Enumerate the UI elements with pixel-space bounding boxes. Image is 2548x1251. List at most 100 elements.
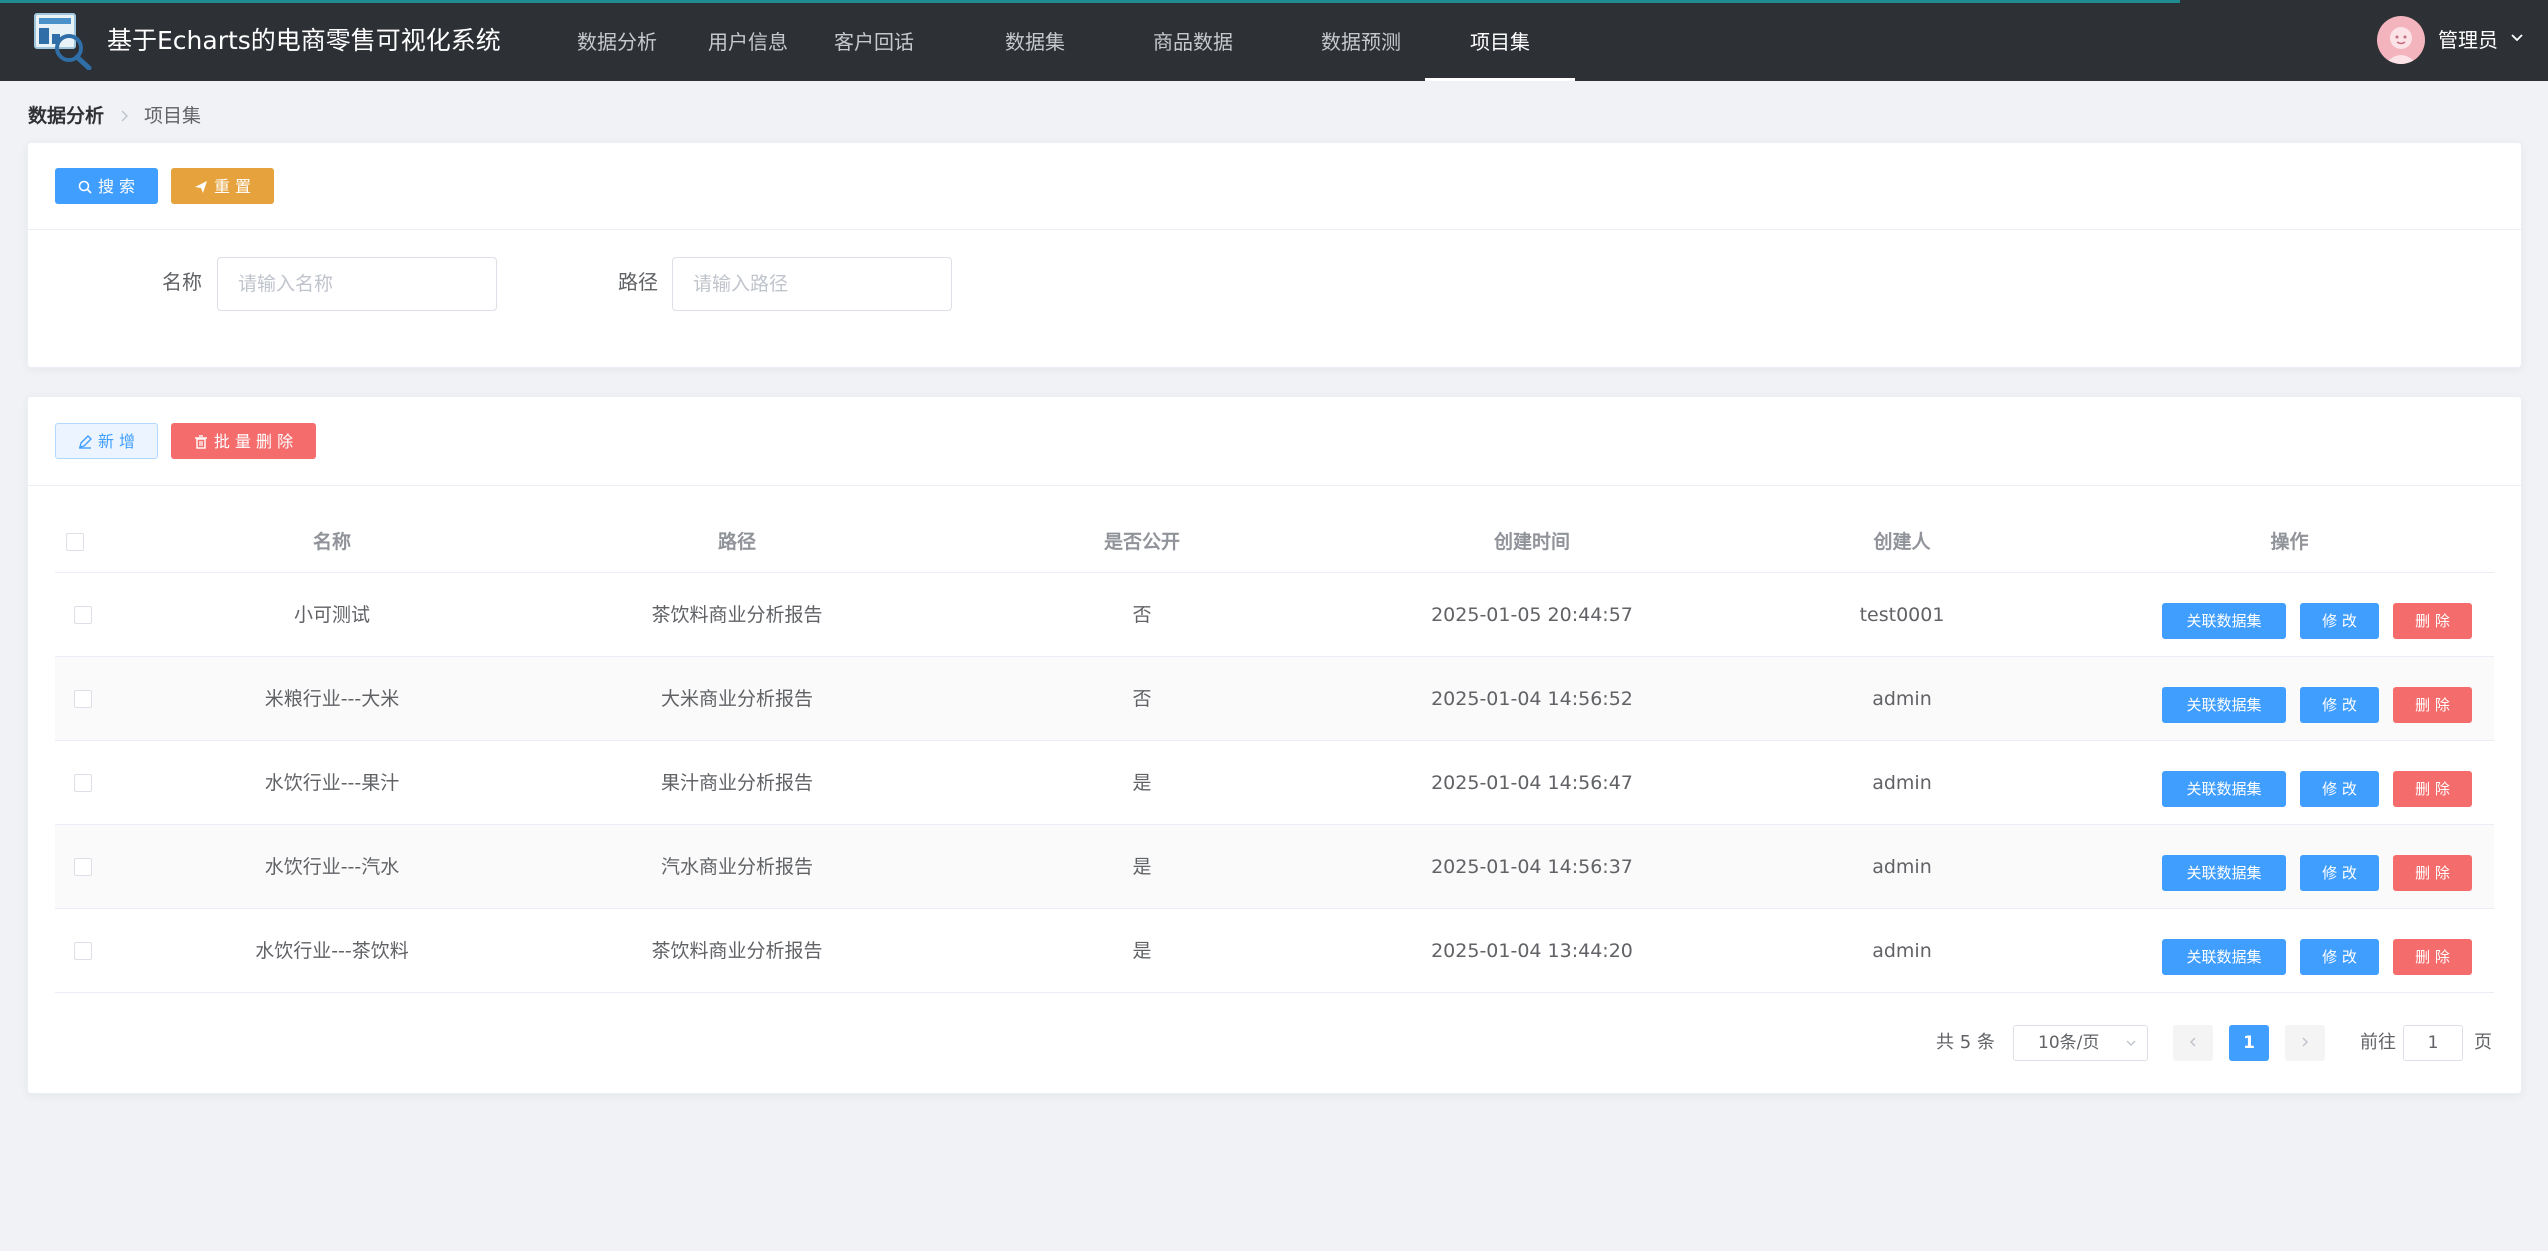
nav-item-projects[interactable]: 项目集 [1425,0,1575,81]
goto-page-unit: 页 [2474,1032,2492,1053]
table-header: 名称 路径 是否公开 创建时间 创建人 操作 [55,511,2494,573]
chevron-left-icon [2189,1037,2196,1047]
pagination-total: 共 5 条 [1936,1032,1995,1053]
search-panel: 搜 索 重 置 名称 路径 [27,142,2522,368]
prev-page-button[interactable] [2173,1025,2213,1061]
reset-button-label: 重 置 [213,177,252,196]
column-header-created-at: 创建时间 [1493,531,1570,553]
batch-delete-button-label: 批 量 删 除 [213,432,294,451]
chevron-right-icon [121,110,129,122]
search-icon [78,180,92,194]
divider [28,229,2521,230]
breadcrumb-root[interactable]: 数据分析 [28,105,104,127]
cell-creator: admin [1872,688,1932,710]
table-row: 水饮行业---汽水 汽水商业分析报告 是 2025-01-04 14:56:37 adm… [55,825,2494,909]
cell-public: 否 [1132,688,1152,710]
add-button-label: 新 增 [97,432,136,451]
path-input[interactable] [672,257,952,311]
send-icon [194,181,207,193]
edit-button[interactable]: 修 改 [2300,771,2379,807]
cell-created-at: 2025-01-04 14:56:37 [1431,856,1633,878]
delete-button[interactable]: 删 除 [2393,603,2472,639]
cell-name: 水饮行业---汽水 [264,856,400,878]
nav-item-data-analysis[interactable]: 数据分析 [577,0,657,81]
name-input[interactable] [217,257,497,311]
path-label: 路径 [618,270,658,294]
column-header-public: 是否公开 [1103,531,1180,553]
row-checkbox[interactable] [74,690,92,708]
cell-created-at: 2025-01-05 20:44:57 [1431,604,1633,626]
delete-button[interactable]: 删 除 [2393,687,2472,723]
next-page-button[interactable] [2285,1025,2325,1061]
column-header-actions: 操作 [2270,531,2309,553]
nav-item-datasets[interactable]: 数据集 [1005,0,1065,81]
delete-button[interactable]: 删 除 [2393,939,2472,975]
cell-created-at: 2025-01-04 14:56:52 [1431,688,1633,710]
cell-path: 果汁商业分析报告 [660,772,813,794]
delete-button[interactable]: 删 除 [2393,855,2472,891]
chevron-down-icon[interactable] [2509,30,2525,46]
link-dataset-button[interactable]: 关联数据集 [2162,939,2286,975]
table-row: 小可测试 茶饮料商业分析报告 否 2025-01-05 20:44:57 test000… [55,573,2494,657]
cell-name: 米粮行业---大米 [264,688,400,710]
breadcrumb: 数据分析 项目集 [28,104,201,128]
avatar-face-icon [2385,27,2417,64]
add-button[interactable]: 新 增 [55,423,158,459]
cell-public: 是 [1132,940,1152,962]
link-dataset-button[interactable]: 关联数据集 [2162,687,2286,723]
goto-label: 前往 [2360,1032,2396,1053]
delete-button[interactable]: 删 除 [2393,771,2472,807]
edit-button[interactable]: 修 改 [2300,939,2379,975]
select-all-checkbox[interactable] [66,533,84,551]
nav-item-customer-sessions[interactable]: 客户回话 [834,0,914,81]
column-header-creator: 创建人 [1873,531,1931,553]
top-navbar: 基于Echarts的电商零售可视化系统 数据分析 用户信息 客户回话 数据集 商… [0,0,2548,81]
cell-created-at: 2025-01-04 14:56:47 [1431,772,1633,794]
batch-delete-button[interactable]: 批 量 删 除 [171,423,316,459]
cell-creator: admin [1872,856,1932,878]
reset-button[interactable]: 重 置 [171,168,274,204]
divider [28,485,2521,486]
trash-icon [194,435,207,449]
row-checkbox[interactable] [74,942,92,960]
cell-created-at: 2025-01-04 13:44:20 [1431,940,1633,962]
edit-icon [78,435,92,449]
column-header-path: 路径 [717,531,756,553]
cell-path: 茶饮料商业分析报告 [651,940,823,962]
search-button[interactable]: 搜 索 [55,168,158,204]
cell-public: 是 [1132,856,1152,878]
cell-public: 否 [1132,604,1152,626]
nav-item-product-data[interactable]: 商品数据 [1153,0,1233,81]
cell-creator: admin [1872,940,1932,962]
cell-name: 水饮行业---果汁 [264,772,400,794]
row-checkbox[interactable] [74,858,92,876]
column-header-name: 名称 [312,531,351,553]
cell-public: 是 [1132,772,1152,794]
row-checkbox[interactable] [74,606,92,624]
edit-button[interactable]: 修 改 [2300,603,2379,639]
cell-path: 大米商业分析报告 [660,688,813,710]
row-checkbox[interactable] [74,774,92,792]
page-number-button[interactable]: 1 [2229,1025,2269,1061]
cell-path: 汽水商业分析报告 [660,856,813,878]
project-table-panel: 新 增 批 量 删 除 名称 路径 是否公开 创建时间 创建人 操作 小可测试茶… [27,396,2522,1094]
table-row: 米粮行业---大米 大米商业分析报告 否 2025-01-04 14:56:52 adm… [55,657,2494,741]
link-dataset-button[interactable]: 关联数据集 [2162,771,2286,807]
search-button-label: 搜 索 [97,177,136,196]
nav-item-data-forecast[interactable]: 数据预测 [1321,0,1401,81]
goto-page-input[interactable] [2403,1025,2463,1061]
link-dataset-button[interactable]: 关联数据集 [2162,855,2286,891]
breadcrumb-current: 项目集 [144,105,202,127]
user-name[interactable]: 管理员 [2438,26,2498,54]
nav-item-user-info[interactable]: 用户信息 [708,0,788,81]
chevron-right-icon [2302,1037,2309,1047]
avatar[interactable] [2377,16,2425,64]
edit-button[interactable]: 修 改 [2300,855,2379,891]
cell-creator: admin [1872,772,1932,794]
page-size-select[interactable]: 10条/页 [2013,1025,2148,1061]
edit-button[interactable]: 修 改 [2300,687,2379,723]
chevron-down-icon [2126,1040,2136,1046]
link-dataset-button[interactable]: 关联数据集 [2162,603,2286,639]
navbar-accent-line [0,0,2180,3]
app-logo-icon [34,13,92,70]
